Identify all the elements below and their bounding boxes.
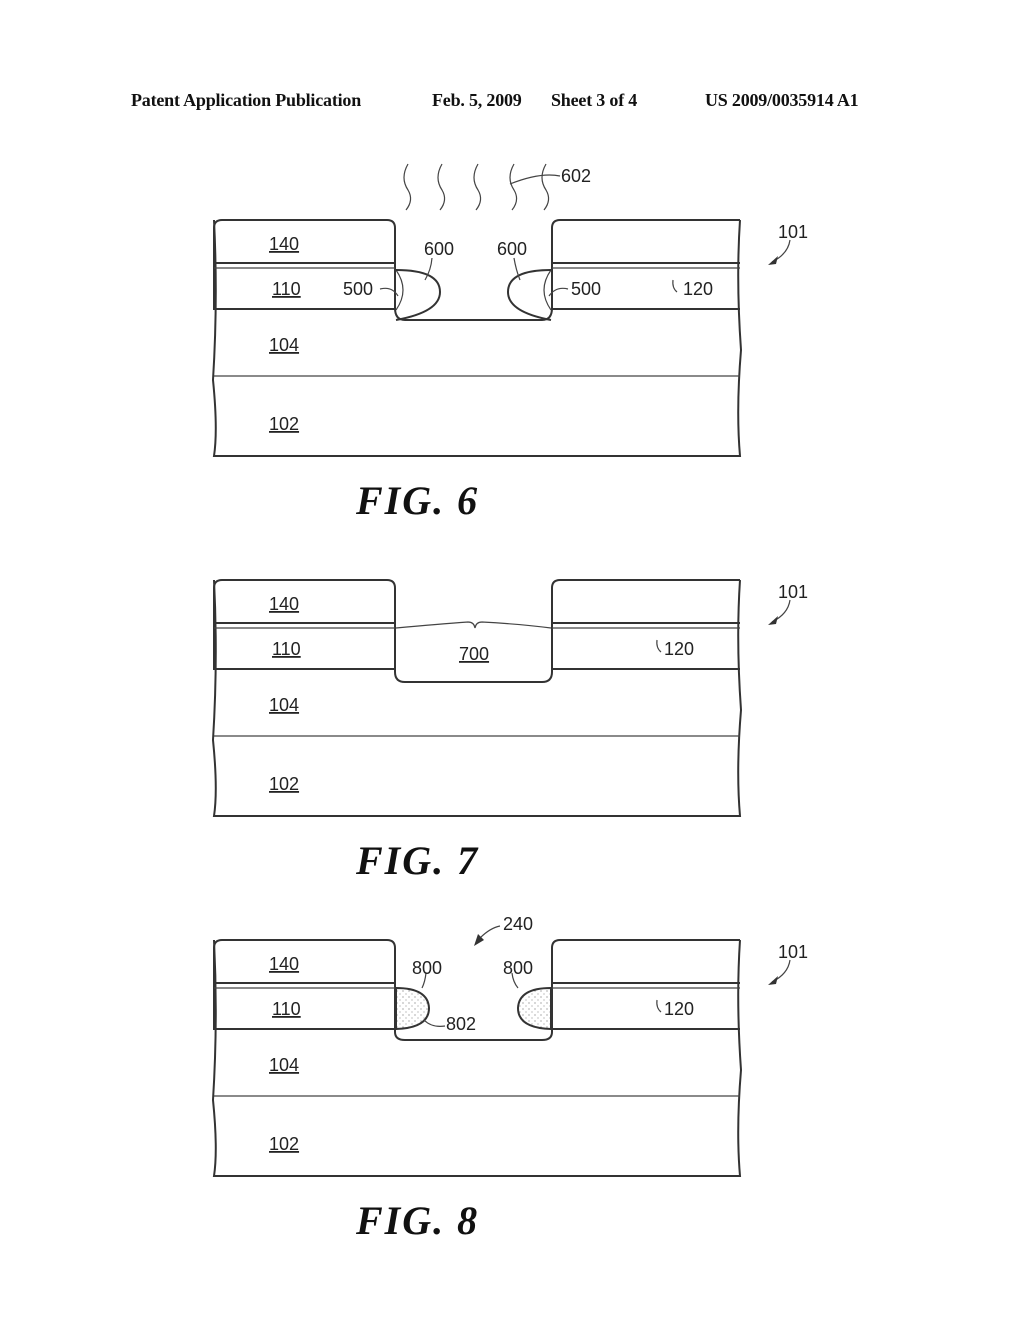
label-102: 102	[269, 774, 299, 794]
label-140: 140	[269, 594, 299, 614]
brace-700	[395, 621, 552, 629]
label-110: 110	[272, 279, 301, 299]
label-240: 240	[503, 914, 533, 934]
arrowhead-101	[768, 616, 778, 625]
publication-date: Feb. 5, 2009	[432, 90, 522, 110]
label-140: 140	[269, 954, 299, 974]
arrow-240	[479, 925, 501, 939]
region-500-right	[543, 269, 552, 311]
arrowhead-101	[768, 976, 778, 985]
label-102: 102	[269, 414, 299, 434]
label-110: 110	[272, 999, 301, 1019]
label-101: 101	[778, 942, 808, 962]
leader-120	[656, 999, 662, 1013]
region-800-right	[516, 986, 552, 1031]
label-802: 802	[446, 1014, 476, 1034]
label-600-left: 600	[424, 239, 454, 259]
label-120: 120	[664, 999, 694, 1019]
label-110: 110	[272, 639, 301, 659]
figure-caption: FIG. 8	[355, 1198, 479, 1243]
label-120: 120	[683, 279, 713, 299]
label-600-right: 600	[497, 239, 527, 259]
label-500-right: 500	[571, 279, 601, 299]
arrow-101	[771, 239, 791, 263]
arrow-101	[771, 599, 791, 623]
label-101: 101	[778, 582, 808, 602]
label-101: 101	[778, 222, 808, 242]
region-500-left	[395, 269, 404, 311]
sheet-number: Sheet 3 of 4	[551, 90, 638, 110]
region-800-left	[395, 986, 431, 1031]
label-500-left: 500	[343, 279, 373, 299]
leader-802	[423, 1019, 446, 1027]
label-104: 104	[269, 335, 299, 355]
figure-7: 140 110 104 102 700 120 101 FIG. 7	[211, 579, 808, 883]
publication-label: Patent Application Publication	[131, 90, 362, 110]
label-120: 120	[664, 639, 694, 659]
label-140: 140	[269, 234, 299, 254]
leader-120	[672, 279, 678, 293]
label-104: 104	[269, 1055, 299, 1075]
label-602: 602	[561, 166, 591, 186]
label-800-left: 800	[412, 958, 442, 978]
figure-6: 140 110 104 102 500 500 600 600 602 120 …	[211, 163, 808, 523]
patent-number: US 2009/0035914 A1	[705, 90, 859, 110]
leader-120	[656, 639, 662, 653]
label-104: 104	[269, 695, 299, 715]
arrowhead-101	[768, 256, 778, 265]
figure-8: 140 110 104 102 800 800 802 240 120 101 …	[211, 914, 808, 1243]
label-700: 700	[459, 644, 489, 664]
label-102: 102	[269, 1134, 299, 1154]
radiation-602	[403, 163, 561, 211]
label-800-right: 800	[503, 958, 533, 978]
arrow-101	[771, 959, 791, 983]
